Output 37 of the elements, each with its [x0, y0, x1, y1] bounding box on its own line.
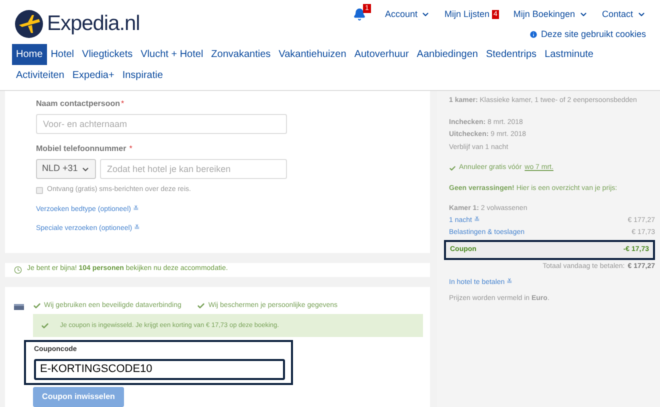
nav-tab[interactable]: Vlucht + Hotel: [136, 44, 208, 65]
nav-tab[interactable]: Autoverhuur: [350, 44, 413, 65]
logo-text[interactable]: Expedia.nl: [47, 8, 140, 40]
required-mark: *: [129, 143, 132, 155]
globe-plane-logo-icon[interactable]: [14, 8, 44, 38]
nav-tab[interactable]: Lastminute: [540, 44, 598, 65]
menu-link[interactable]: Mijn Boekingen: [513, 8, 588, 22]
nav-tab[interactable]: Expedia+: [68, 65, 118, 86]
required-mark: *: [121, 98, 124, 110]
coupon-field[interactable]: E-KORTINGSCODE10: [34, 358, 285, 380]
nav-tab[interactable]: Vakantiehuizen: [274, 44, 350, 65]
nav-tab[interactable]: Hotel: [46, 44, 78, 65]
nav-tab[interactable]: Home: [12, 44, 47, 65]
sms-checkbox[interactable]: [36, 186, 43, 194]
menu-link[interactable]: Contact: [602, 8, 646, 22]
phone-field[interactable]: Zodat het hotel je kan bereiken: [100, 159, 287, 179]
check-icon: [449, 164, 456, 172]
menu-link[interactable]: Account: [384, 8, 430, 22]
nav-tab[interactable]: Stedentrips: [482, 44, 541, 65]
clock-icon: [14, 266, 22, 274]
check-icon: [197, 302, 206, 310]
nav-tab[interactable]: Aanbiedingen: [412, 44, 482, 65]
nav-tab[interactable]: Zonvakanties: [207, 44, 275, 65]
field-label: Naam contactpersoon: [36, 98, 120, 110]
cookie-link[interactable]: Deze site gebruikt cookies: [540, 28, 646, 41]
nav-tab[interactable]: Vliegtickets: [78, 44, 137, 65]
info-icon: [528, 30, 538, 39]
nav-tab[interactable]: Inspiratie: [118, 65, 167, 86]
nav-tab[interactable]: Activiteiten: [12, 65, 68, 86]
field-label: Mobiel telefoonnummer: [36, 143, 126, 155]
card-icon: [14, 304, 24, 310]
check-icon: [33, 302, 41, 310]
notifications-icon[interactable]: [353, 8, 366, 22]
lists-link[interactable]: Mijn Lijsten: [444, 8, 490, 22]
name-field[interactable]: Voor- en achternaam: [36, 114, 287, 134]
country-code-select[interactable]: NLD +31: [36, 159, 96, 179]
check-icon: [41, 322, 49, 330]
